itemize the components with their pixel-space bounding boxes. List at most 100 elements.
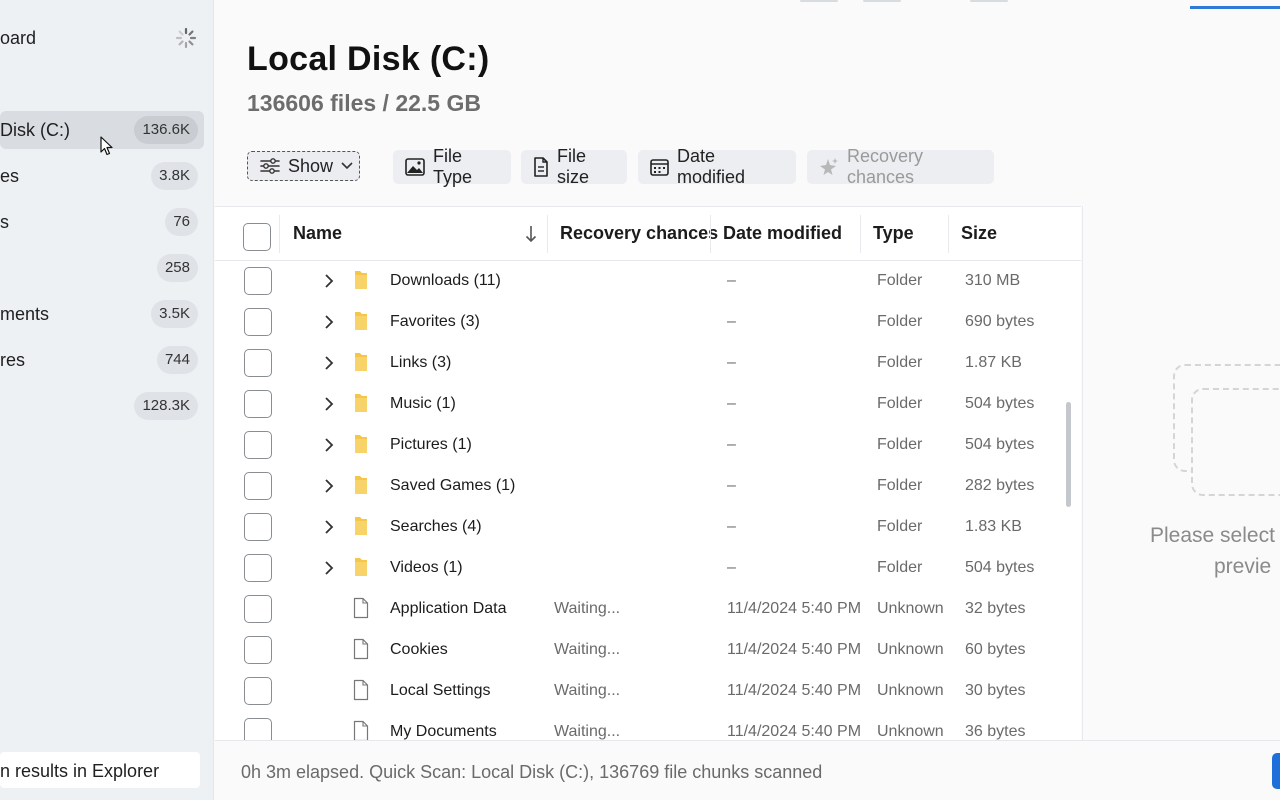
table-row[interactable]: Local Settings Waiting... 11/4/2024 5:40 P… xyxy=(215,671,1081,712)
row-checkbox[interactable] xyxy=(244,718,272,740)
file-table: Name Recovery chances Date modified Type… xyxy=(215,206,1081,740)
page-title: Local Disk (C:) xyxy=(247,40,490,78)
date-modified-filter-button[interactable]: Date modified xyxy=(638,146,796,187)
chevron-down-icon xyxy=(341,162,353,170)
row-checkbox[interactable] xyxy=(244,554,272,582)
file-type-filter-label: File Type xyxy=(433,146,473,187)
file-size-filter-button[interactable]: File size xyxy=(521,146,627,187)
sidebar-item-label: Disk (C:) xyxy=(0,120,70,140)
file-size: 504 bytes xyxy=(965,395,1035,412)
show-filter-button[interactable]: Show xyxy=(247,151,360,181)
recovery-status: Waiting... xyxy=(554,723,621,740)
file-type: Folder xyxy=(877,395,923,412)
table-row[interactable]: Searches (4) – Folder 1.83 KB xyxy=(215,507,1081,548)
column-header-size[interactable]: Size xyxy=(961,223,997,244)
row-checkbox[interactable] xyxy=(244,636,272,664)
date-modified: – xyxy=(727,436,736,453)
file-type-filter-button[interactable]: File Type xyxy=(393,146,511,187)
date-modified: – xyxy=(727,272,736,289)
chevron-right-icon[interactable] xyxy=(323,437,335,453)
date-modified-filter-label: Date modified xyxy=(677,146,746,187)
table-row[interactable]: Videos (1) – Folder 504 bytes xyxy=(215,548,1081,589)
file-type: Folder xyxy=(877,559,923,576)
preview-message: previe xyxy=(1214,555,1272,578)
table-row[interactable]: Downloads (11) – Folder 310 MB xyxy=(215,261,1081,302)
chevron-right-icon[interactable] xyxy=(323,355,335,371)
column-header-type[interactable]: Type xyxy=(873,223,914,244)
sidebar-item-documents[interactable]: ments 3.5K xyxy=(0,295,204,333)
arrow-down-icon[interactable] xyxy=(525,225,537,243)
file-size: 1.83 KB xyxy=(965,518,1022,535)
date-modified: – xyxy=(727,313,736,330)
table-row[interactable]: Saved Games (1) – Folder 282 bytes xyxy=(215,466,1081,507)
row-checkbox[interactable] xyxy=(244,267,272,295)
file-type: Unknown xyxy=(877,600,944,617)
file-name: Music (1) xyxy=(390,395,456,412)
column-header-date[interactable]: Date modified xyxy=(723,223,842,244)
chevron-right-icon[interactable] xyxy=(323,519,335,535)
recovery-status: Waiting... xyxy=(554,600,621,617)
scrollbar-thumb[interactable] xyxy=(1066,402,1071,507)
button-label: n results in Explorer xyxy=(0,761,160,781)
row-checkbox[interactable] xyxy=(244,595,272,623)
file-size: 310 MB xyxy=(965,272,1021,289)
primary-action-button[interactable] xyxy=(1272,753,1280,789)
file-name: Favorites (3) xyxy=(390,313,480,330)
column-header-recovery[interactable]: Recovery chances xyxy=(560,223,718,244)
recovery-chances-filter-label: Recovery chances xyxy=(847,146,924,187)
chevron-right-icon[interactable] xyxy=(323,560,335,576)
table-row[interactable]: Application Data Waiting... 11/4/2024 5:40… xyxy=(215,589,1081,630)
row-checkbox[interactable] xyxy=(244,431,272,459)
folder-icon xyxy=(355,435,367,453)
sidebar-item-category[interactable]: s 76 xyxy=(0,203,204,241)
file-name: Cookies xyxy=(390,641,448,658)
select-all-checkbox[interactable] xyxy=(243,223,271,251)
file-type: Folder xyxy=(877,518,923,535)
sidebar-item-label: res xyxy=(0,350,26,370)
file-icon xyxy=(353,638,369,660)
file-name: Application Data xyxy=(390,600,507,617)
sidebar-item-dashboard[interactable]: oard xyxy=(0,24,214,54)
recovery-chances-filter-button[interactable]: Recovery chances xyxy=(807,146,994,187)
file-size: 1.87 KB xyxy=(965,354,1022,371)
date-modified: 11/4/2024 5:40 PM xyxy=(727,641,862,658)
table-row[interactable]: Cookies Waiting... 11/4/2024 5:40 PM Unknow… xyxy=(215,630,1081,671)
row-checkbox[interactable] xyxy=(244,349,272,377)
sidebar-item-category[interactable]: 258 xyxy=(0,249,204,287)
row-checkbox[interactable] xyxy=(244,677,272,705)
sidebar-item-category[interactable]: 128.3K xyxy=(0,387,204,425)
image-icon xyxy=(405,158,425,176)
sidebar: oard Disk (C:) 136.6K es 3.8K s 76 258 m… xyxy=(0,0,214,800)
column-header-name[interactable]: Name xyxy=(293,223,342,244)
chevron-right-icon[interactable] xyxy=(323,273,335,289)
file-size: 30 bytes xyxy=(965,682,1026,699)
sidebar-item-files[interactable]: es 3.8K xyxy=(0,157,204,195)
row-checkbox[interactable] xyxy=(244,390,272,418)
file-size: 690 bytes xyxy=(965,313,1035,330)
show-results-in-explorer-button[interactable]: n results in Explorer xyxy=(0,752,200,788)
count-badge: 258 xyxy=(156,254,198,282)
top-toolbar-edge xyxy=(215,0,1280,10)
table-row[interactable]: Pictures (1) – Folder 504 bytes xyxy=(215,425,1081,466)
row-checkbox[interactable] xyxy=(244,472,272,500)
file-name: Downloads (11) xyxy=(390,272,501,289)
sliders-icon xyxy=(260,158,280,174)
table-row[interactable]: Favorites (3) – Folder 690 bytes xyxy=(215,302,1081,343)
table-row[interactable]: My Documents Waiting... 11/4/2024 5:40 PM U… xyxy=(215,712,1081,740)
row-checkbox[interactable] xyxy=(244,513,272,541)
sidebar-item-pictures[interactable]: res 744 xyxy=(0,341,204,379)
folder-icon xyxy=(355,394,367,412)
chevron-right-icon[interactable] xyxy=(323,478,335,494)
table-row[interactable]: Links (3) – Folder 1.87 KB xyxy=(215,343,1081,384)
row-checkbox[interactable] xyxy=(244,308,272,336)
date-modified: – xyxy=(727,354,736,371)
date-modified: – xyxy=(727,477,736,494)
chevron-right-icon[interactable] xyxy=(323,396,335,412)
chevron-right-icon[interactable] xyxy=(323,314,335,330)
count-badge: 128.3K xyxy=(134,392,198,420)
count-badge: 744 xyxy=(156,346,198,374)
recovery-status: Waiting... xyxy=(554,641,621,658)
date-modified: – xyxy=(727,395,736,412)
table-row[interactable]: Music (1) – Folder 504 bytes xyxy=(215,384,1081,425)
file-name: Searches (4) xyxy=(390,518,482,535)
